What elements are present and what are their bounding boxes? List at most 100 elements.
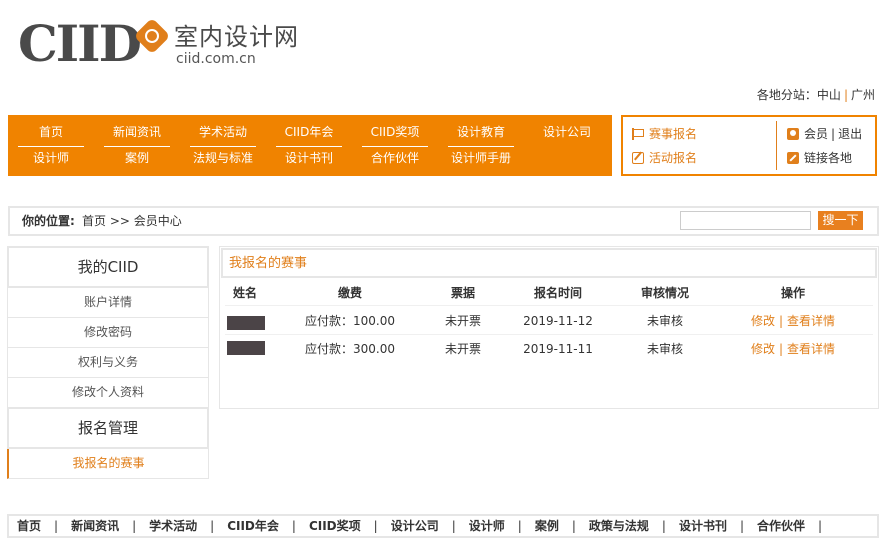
detail-link[interactable]: 查看详情	[787, 314, 835, 328]
activity-signup-label: 活动报名	[649, 151, 698, 165]
table-row-date: 2019-11-11	[523, 342, 593, 356]
table-row-invoice: 未开票	[444, 314, 481, 328]
contest-signup-label: 赛事报名	[649, 127, 698, 141]
main-title-box	[221, 248, 877, 278]
footer-sep: |	[373, 519, 378, 533]
member-links: 会员 | 退出	[787, 126, 862, 142]
footer-link-designer[interactable]: 设计师	[469, 518, 505, 534]
footer-sep: |	[571, 519, 576, 533]
branch-sites: 各地分站：中山 | 广州	[757, 87, 875, 103]
edit-link[interactable]: 修改	[751, 342, 775, 356]
search-button[interactable]: 搜一下	[818, 211, 863, 230]
detail-link[interactable]: 查看详情	[787, 342, 835, 356]
logout-link[interactable]: 退出	[838, 126, 862, 142]
footer-sep: |	[661, 519, 666, 533]
footer-sep: |	[451, 519, 456, 533]
footer-nav: 首页 | 新闻资讯 | 学术活动 | CIID年会 | CIID奖项 | 设计公司 | 设计…	[7, 514, 879, 538]
footer-sep: |	[739, 519, 744, 533]
logo-domain: ciid.com.cn	[176, 51, 256, 67]
sidebar-item-password[interactable]: 修改密码	[7, 318, 209, 348]
nav-item-designer[interactable]: 设计师	[8, 146, 94, 172]
footer-link-news[interactable]: 新闻资讯	[71, 518, 119, 534]
nav-item-education[interactable]: 设计教育	[438, 120, 524, 147]
nav-item-home[interactable]: 首页	[8, 120, 94, 147]
footer-link-annual-meeting[interactable]: CIID年会	[227, 518, 279, 534]
action-sep: |	[778, 314, 784, 328]
footer-link-policy[interactable]: 政策与法规	[589, 518, 649, 534]
footer-sep: |	[517, 519, 522, 533]
footer-link-awards[interactable]: CIID奖项	[309, 518, 361, 534]
page-title: 我报名的赛事	[229, 256, 308, 271]
user-box	[621, 115, 877, 176]
table-row-fee: 应付款：300.00	[305, 342, 395, 356]
nav-item-design-company[interactable]: 设计公司	[524, 120, 610, 146]
breadcrumb[interactable]: 首页 >> 会员中心	[82, 214, 182, 228]
nav-item-partners[interactable]: 合作伙伴	[352, 146, 438, 172]
contest-signup-link[interactable]: 赛事报名	[632, 126, 697, 142]
sidebar-item-my-contests[interactable]: 我报名的赛事	[7, 449, 209, 479]
logo-badge-inner-icon	[145, 29, 159, 43]
nav-item-regulations[interactable]: 法规与标准	[180, 146, 266, 172]
search-input[interactable]	[680, 211, 811, 230]
table-row-fee: 应付款：100.00	[305, 314, 395, 328]
table-row-actions: 修改 | 查看详情	[733, 313, 853, 329]
user-box-divider	[776, 121, 777, 170]
col-header-actions: 操作	[780, 286, 805, 300]
nav-item-handbook[interactable]: 设计师手册	[438, 146, 524, 172]
sidebar-item-account[interactable]: 账户详情	[7, 288, 209, 318]
col-header-name: 姓名	[232, 286, 257, 300]
table-row-actions: 修改 | 查看详情	[733, 341, 853, 357]
sidebar-section-my-ciid: 我的CIID	[7, 246, 209, 288]
col-header-date: 报名时间	[533, 286, 582, 300]
sidebar-section-signup: 报名管理	[7, 407, 209, 449]
nav-item-academic[interactable]: 学术活动	[180, 120, 266, 147]
row-divider	[225, 334, 873, 335]
table-row-status: 未审核	[646, 342, 683, 356]
branch-divider: |	[843, 88, 848, 102]
nav-item-awards[interactable]: CIID奖项	[352, 120, 438, 147]
footer-sep: |	[210, 519, 215, 533]
sidebar-item-profile[interactable]: 修改个人资料	[7, 378, 209, 408]
link-icon	[787, 152, 799, 164]
nav-item-publications[interactable]: 设计书刊	[266, 146, 352, 172]
branch-label: 各地分站：	[756, 88, 817, 102]
row-divider	[225, 305, 873, 306]
logo-cn-name: 室内设计网	[174, 23, 299, 51]
col-header-invoice: 票据	[450, 286, 475, 300]
table-row-status: 未审核	[646, 314, 683, 328]
footer-sep: |	[291, 519, 296, 533]
col-header-fee: 缴费	[337, 286, 362, 300]
local-links-link[interactable]: 链接各地	[787, 150, 852, 166]
footer-sep: |	[54, 519, 59, 533]
nav-item-annual-meeting[interactable]: CIID年会	[266, 120, 352, 147]
sidebar-item-rights[interactable]: 权利与义务	[7, 348, 209, 378]
footer-sep: |	[818, 519, 823, 533]
member-sep: |	[831, 127, 836, 141]
main-nav: 首页 新闻资讯 学术活动 CIID年会 CIID奖项 设计教育 设计公司 设计师…	[8, 115, 612, 176]
branch-site-guangzhou[interactable]: 广州	[851, 88, 875, 102]
table-row-name-redacted	[227, 341, 265, 355]
col-header-status: 审核情况	[640, 286, 689, 300]
nav-item-news[interactable]: 新闻资讯	[94, 120, 180, 147]
user-icon	[787, 128, 799, 140]
logo-wordmark[interactable]: CIID	[18, 14, 142, 74]
edit-icon	[632, 152, 644, 164]
location-label: 你的位置:	[22, 214, 75, 228]
activity-signup-link[interactable]: 活动报名	[632, 150, 697, 166]
table-row-invoice: 未开票	[444, 342, 481, 356]
footer-link-partners[interactable]: 合作伙伴	[757, 518, 805, 534]
footer-sep: |	[132, 519, 137, 533]
action-sep: |	[778, 342, 784, 356]
nav-item-cases[interactable]: 案例	[94, 146, 180, 172]
member-link[interactable]: 会员	[804, 126, 828, 142]
table-row-name-redacted	[227, 316, 265, 330]
footer-link-design-company[interactable]: 设计公司	[391, 518, 439, 534]
edit-link[interactable]: 修改	[751, 314, 775, 328]
local-links-label: 链接各地	[804, 151, 853, 165]
footer-link-publications[interactable]: 设计书刊	[679, 518, 727, 534]
branch-site-zhongshan[interactable]: 中山	[817, 88, 841, 102]
table-row-date: 2019-11-12	[523, 314, 593, 328]
footer-link-home[interactable]: 首页	[17, 518, 41, 534]
footer-link-cases[interactable]: 案例	[535, 518, 559, 534]
footer-link-academic[interactable]: 学术活动	[149, 518, 197, 534]
